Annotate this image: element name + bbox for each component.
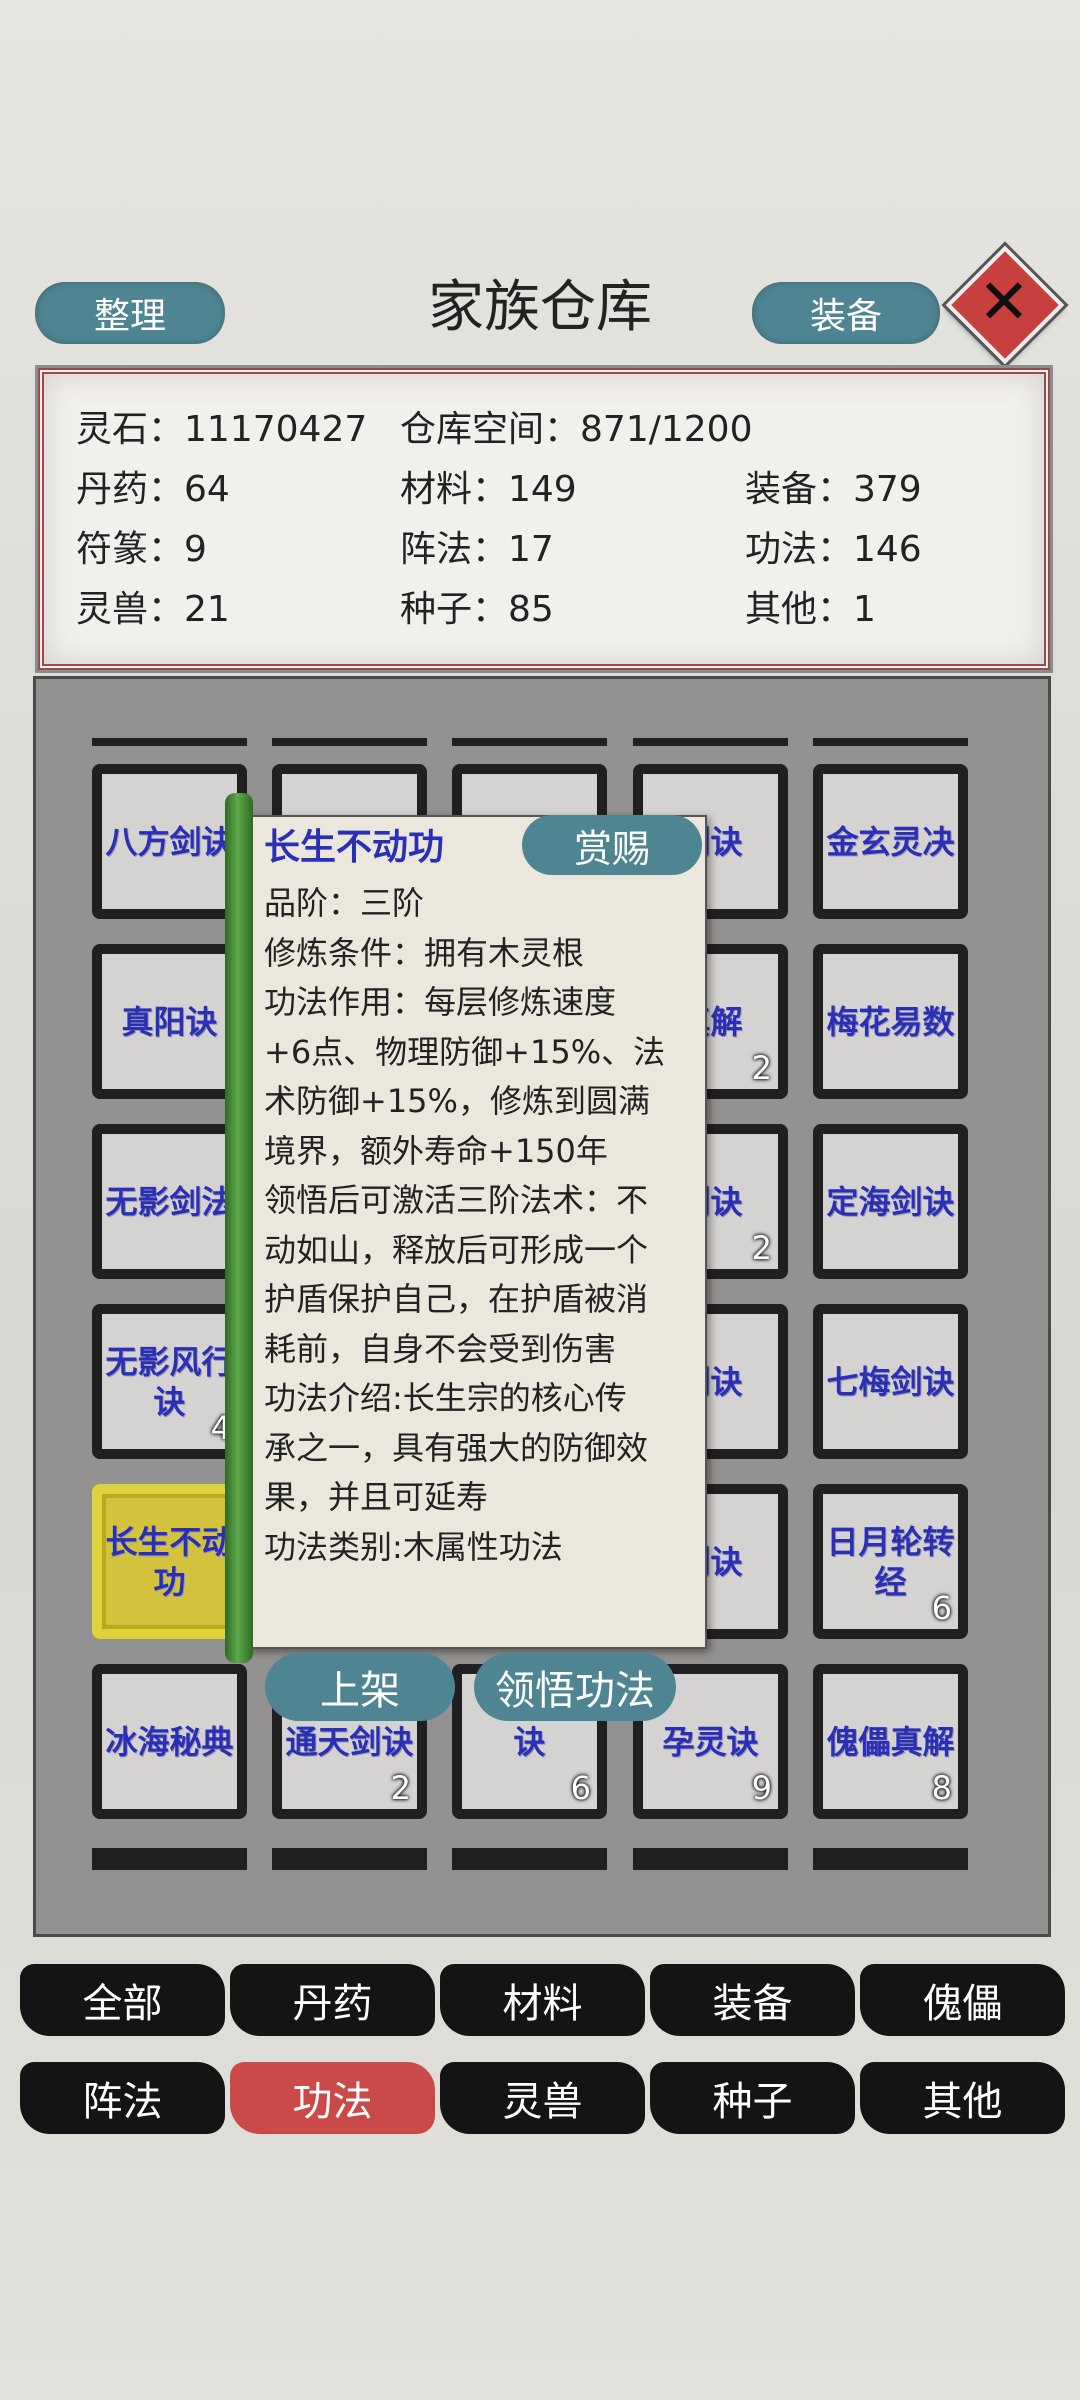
item-name: 真阳诀 bbox=[121, 1002, 218, 1041]
item-name: 通天剑诀 bbox=[285, 1722, 414, 1761]
tooltip-line: 境界，额外寿命+150年 bbox=[264, 1131, 608, 1170]
tooltip-line: 修炼条件：拥有木灵根 bbox=[264, 933, 585, 972]
item-slot[interactable]: 日月轮转经 6 bbox=[813, 1484, 968, 1639]
partial-slot-top bbox=[633, 738, 788, 746]
stat-2-0: 灵兽：21 bbox=[76, 589, 230, 630]
item-slot[interactable]: 定海剑诀 bbox=[813, 1124, 968, 1279]
stat-0-2: 装备：379 bbox=[745, 469, 922, 510]
item-count: 2 bbox=[751, 1049, 772, 1087]
item-slot[interactable]: 长生不动功 bbox=[92, 1484, 247, 1639]
storage-space-label: 仓库空间： bbox=[400, 409, 581, 450]
partial-slot-bottom bbox=[813, 1848, 968, 1870]
item-slot[interactable]: 无影剑法 bbox=[92, 1124, 247, 1279]
reward-button[interactable]: 赏赐 bbox=[522, 815, 702, 875]
stat-2-1: 种子：85 bbox=[400, 589, 554, 630]
partial-slot-bottom bbox=[92, 1848, 247, 1870]
stat-0-0: 丹药：64 bbox=[76, 469, 230, 510]
tooltip-line: 品阶：三阶 bbox=[264, 884, 425, 922]
item-name: 孕灵诀 bbox=[662, 1722, 759, 1761]
stat-1-2: 功法：146 bbox=[745, 529, 922, 570]
item-slot[interactable]: 八方剑诀 bbox=[92, 764, 247, 919]
tooltip-line: 功法作用：每层修炼速度 bbox=[264, 983, 617, 1021]
item-name: 无影剑法 bbox=[105, 1182, 234, 1221]
equip-button[interactable]: 装备 bbox=[752, 282, 940, 344]
partial-slot-bottom bbox=[452, 1848, 607, 1870]
item-name: 定海剑诀 bbox=[826, 1182, 955, 1221]
tooltip-line: 功法介绍:长生宗的核心传 bbox=[264, 1379, 627, 1417]
item-count: 6 bbox=[570, 1769, 591, 1807]
category-tab[interactable]: 丹药 bbox=[230, 1964, 435, 2036]
stat-1-1: 阵法：17 bbox=[400, 529, 554, 570]
item-slot[interactable]: 梅花易数 bbox=[813, 944, 968, 1099]
item-name: 长生不动功 bbox=[105, 1522, 234, 1601]
shelf-button[interactable]: 上架 bbox=[265, 1653, 455, 1721]
category-tab[interactable]: 灵兽 bbox=[440, 2062, 645, 2134]
learn-technique-button[interactable]: 领悟功法 bbox=[474, 1653, 676, 1721]
partial-slot-top bbox=[92, 738, 247, 746]
category-tab[interactable]: 其他 bbox=[860, 2062, 1065, 2134]
tooltip-line: 果，并且可延寿 bbox=[264, 1478, 489, 1516]
tooltip-line: 护盾保护自己，在护盾被消 bbox=[264, 1280, 649, 1318]
category-tab[interactable]: 装备 bbox=[650, 1964, 855, 2036]
item-slot[interactable]: 无影风行诀 4 bbox=[92, 1304, 247, 1459]
category-tab[interactable]: 功法 bbox=[230, 2062, 435, 2134]
item-count: 6 bbox=[931, 1589, 952, 1627]
stat-0-1: 材料：149 bbox=[400, 469, 577, 510]
partial-slot-top bbox=[272, 738, 427, 746]
category-tab[interactable]: 阵法 bbox=[20, 2062, 225, 2134]
item-name: 诀 bbox=[513, 1722, 546, 1761]
item-count: 2 bbox=[390, 1769, 411, 1807]
tooltip-line: 功法类别:木属性功法 bbox=[264, 1527, 563, 1566]
stat-1-0: 符篆：9 bbox=[76, 529, 207, 570]
item-slot[interactable]: 金玄灵决 bbox=[813, 764, 968, 919]
item-slot[interactable]: 傀儡真解 8 bbox=[813, 1664, 968, 1819]
item-slot[interactable]: 冰海秘典 bbox=[92, 1664, 247, 1819]
partial-slot-top bbox=[452, 738, 607, 746]
close-icon[interactable]: ✕ bbox=[966, 262, 1042, 342]
stat-2-2: 其他：1 bbox=[745, 589, 876, 630]
tooltip-line: 耗前，自身不会受到伤害 bbox=[264, 1329, 617, 1368]
tooltip-line: 领悟后可激活三阶法术：不 bbox=[264, 1181, 649, 1219]
category-tab[interactable]: 材料 bbox=[440, 1964, 645, 2036]
scroll-rod-decoration bbox=[225, 793, 253, 1663]
item-name: 八方剑诀 bbox=[105, 822, 234, 861]
sort-button[interactable]: 整理 bbox=[35, 282, 225, 344]
item-name: 冰海秘典 bbox=[105, 1722, 234, 1761]
storage-space-stat: 仓库空间：871/1200 bbox=[400, 400, 752, 452]
category-tab[interactable]: 种子 bbox=[650, 2062, 855, 2134]
item-count: 9 bbox=[751, 1769, 772, 1807]
partial-slot-bottom bbox=[633, 1848, 788, 1870]
item-slot[interactable]: 真阳诀 bbox=[92, 944, 247, 1099]
page-title: 家族仓库 bbox=[428, 275, 652, 340]
tooltip-title: 长生不动功 bbox=[264, 827, 445, 868]
item-count: 8 bbox=[931, 1769, 952, 1807]
partial-slot-bottom bbox=[272, 1848, 427, 1870]
item-name: 七梅剑诀 bbox=[826, 1362, 955, 1401]
spirit-stone-stat: 灵石：11170427 bbox=[76, 400, 367, 452]
storage-space-value: 871/1200 bbox=[580, 409, 753, 450]
item-count: 2 bbox=[751, 1229, 772, 1267]
spirit-stone-value: 11170427 bbox=[184, 409, 368, 450]
tooltip-line: 承之一，具有强大的防御效 bbox=[264, 1428, 649, 1467]
tooltip-line: +6点、物理防御+15%、法 bbox=[264, 1032, 666, 1071]
item-name: 金玄灵决 bbox=[826, 822, 955, 861]
item-name: 梅花易数 bbox=[826, 1002, 955, 1041]
spirit-stone-label: 灵石： bbox=[76, 409, 185, 450]
category-tab[interactable]: 全部 bbox=[20, 1964, 225, 2036]
tooltip-line: 术防御+15%，修炼到圆满 bbox=[264, 1082, 650, 1120]
partial-slot-top bbox=[813, 738, 968, 746]
category-tab[interactable]: 傀儡 bbox=[860, 1964, 1065, 2036]
item-name: 傀儡真解 bbox=[826, 1722, 955, 1761]
tooltip-line: 动如山，释放后可形成一个 bbox=[264, 1230, 649, 1269]
item-slot[interactable]: 七梅剑诀 bbox=[813, 1304, 968, 1459]
